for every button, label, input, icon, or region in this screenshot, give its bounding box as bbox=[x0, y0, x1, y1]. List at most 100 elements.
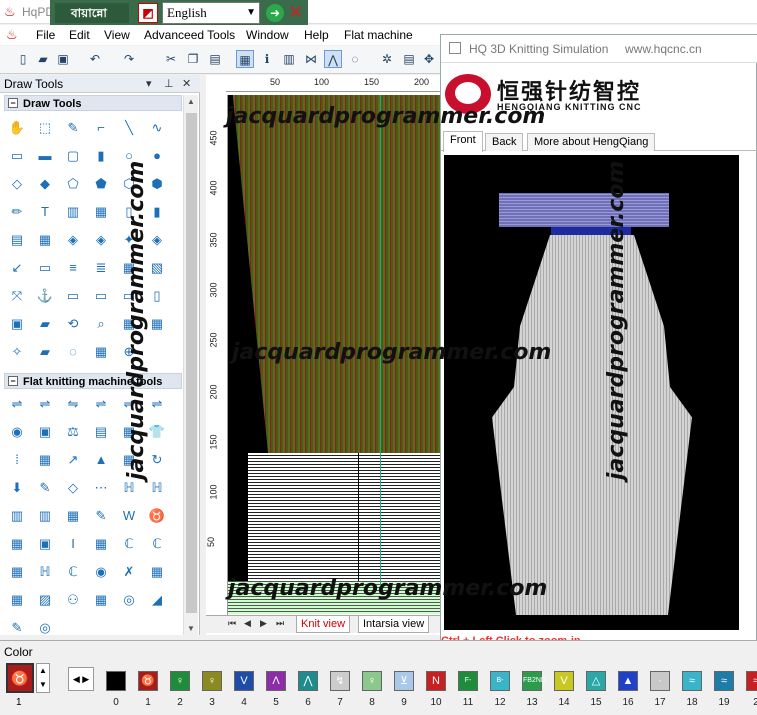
color-swatch[interactable]: △ bbox=[586, 671, 606, 691]
rotate-icon[interactable]: ⟲ bbox=[64, 315, 82, 333]
panel-icon[interactable]: ▯ bbox=[148, 287, 166, 305]
scroll-thumb[interactable] bbox=[186, 113, 197, 613]
copy-block-icon[interactable]: ▭ bbox=[36, 259, 54, 277]
color-swatch[interactable]: ♀ bbox=[202, 671, 222, 691]
arrow-icon[interactable]: ↗ bbox=[64, 451, 82, 469]
eraser-icon[interactable]: ▰ bbox=[36, 315, 54, 333]
pattern-dots-icon[interactable]: ⋯ bbox=[92, 479, 110, 497]
lasso-icon[interactable]: ◌ bbox=[64, 343, 82, 361]
color-swatch[interactable]: FB2ND bbox=[522, 671, 546, 691]
pencil-icon[interactable]: ✎ bbox=[64, 119, 82, 137]
tab-intarsia-view[interactable]: Intarsia view bbox=[358, 616, 430, 633]
tool-x-icon[interactable]: ✗ bbox=[120, 563, 138, 581]
menu-advanced-tools[interactable]: Advanceed Tools bbox=[144, 28, 235, 42]
color-swatch[interactable]: ≈ bbox=[682, 671, 702, 691]
go-icon[interactable]: ➜ bbox=[266, 4, 284, 22]
pin-icon[interactable]: ⊥ bbox=[164, 75, 174, 93]
paste-icon[interactable]: ▤ bbox=[206, 50, 224, 68]
menu-flat-machine[interactable]: Flat machine bbox=[344, 28, 413, 42]
color-swatch[interactable]: ♀ bbox=[170, 671, 190, 691]
globe-icon[interactable]: ◉ bbox=[8, 423, 26, 441]
close-icon[interactable]: ✕ bbox=[288, 2, 306, 22]
3d-simulation-view[interactable] bbox=[444, 155, 739, 630]
stack-icon[interactable]: ▣ bbox=[36, 423, 54, 441]
copy-icon[interactable]: ❐ bbox=[184, 50, 202, 68]
puzzle-icon[interactable]: ✥ bbox=[420, 50, 438, 68]
block-icon[interactable]: ▮ bbox=[148, 203, 166, 221]
board-icon[interactable]: ▦ bbox=[8, 591, 26, 609]
section-draw-tools[interactable]: − Draw Tools bbox=[4, 95, 182, 111]
circle-icon[interactable]: ◎ bbox=[120, 591, 138, 609]
color-swatch[interactable]: ♀ bbox=[362, 671, 382, 691]
hod-icon[interactable]: ℍ bbox=[120, 479, 138, 497]
balance-icon[interactable]: ⚖ bbox=[64, 423, 82, 441]
zoom-icon[interactable]: ⌕ bbox=[92, 315, 110, 333]
beam-icon[interactable]: I bbox=[64, 535, 82, 553]
filled-round-rect-icon[interactable]: ▮ bbox=[92, 147, 110, 165]
panel-scrollbar[interactable]: ▲ ▼ bbox=[183, 95, 198, 635]
fill-alt-icon[interactable]: ◈ bbox=[92, 231, 110, 249]
color-swatch[interactable]: N bbox=[426, 671, 446, 691]
fill-rows-icon[interactable]: ▤ bbox=[8, 231, 26, 249]
pink-box-icon[interactable]: ▣ bbox=[36, 535, 54, 553]
triangle-icon[interactable]: ▲ bbox=[92, 451, 110, 469]
frame-icon[interactable]: ▭ bbox=[64, 287, 82, 305]
move-icon[interactable]: ↙ bbox=[8, 259, 26, 277]
shift-icon[interactable]: ⇋ bbox=[64, 395, 82, 413]
grid-icon[interactable]: ▦ bbox=[236, 50, 254, 68]
view-mode-icon[interactable]: ▥ bbox=[280, 50, 298, 68]
wand-icon[interactable]: ✧ bbox=[8, 343, 26, 361]
color-swatch[interactable]: ⋀ bbox=[298, 671, 318, 691]
undo-icon[interactable]: ↶ bbox=[86, 50, 104, 68]
cross-icon[interactable]: ⇌ bbox=[92, 395, 110, 413]
swatch-icon[interactable]: ▦ bbox=[64, 507, 82, 525]
pdf-icon[interactable]: ◩ bbox=[138, 3, 158, 23]
shade-icon[interactable]: ▧ bbox=[148, 259, 166, 277]
open-folder-icon[interactable]: ▰ bbox=[34, 50, 52, 68]
hand-tool-icon[interactable]: ✋ bbox=[8, 119, 26, 137]
color-swatch[interactable]: · bbox=[650, 671, 670, 691]
redo-icon[interactable]: ↷ bbox=[120, 50, 138, 68]
distribute-icon[interactable]: ≣ bbox=[92, 259, 110, 277]
curve-icon[interactable]: ∿ bbox=[148, 119, 166, 137]
last-tab-icon[interactable]: ⏭ bbox=[276, 618, 284, 629]
world-icon[interactable]: ◉ bbox=[92, 563, 110, 581]
menu-file[interactable]: File bbox=[36, 28, 55, 42]
green-loop-icon[interactable]: ↻ bbox=[148, 451, 166, 469]
menu-window[interactable]: Window bbox=[246, 28, 289, 42]
prev-tab-icon[interactable]: ◀ bbox=[244, 618, 251, 629]
mirror-icon[interactable]: ⤧ bbox=[8, 287, 26, 305]
menu-view[interactable]: View bbox=[104, 28, 130, 42]
tab-more-about[interactable]: More about HengQiang bbox=[527, 133, 656, 151]
knot-icon[interactable]: ⚇ bbox=[64, 591, 82, 609]
color-bars-icon[interactable]: ▥ bbox=[36, 507, 54, 525]
tab-front[interactable]: Front bbox=[443, 131, 483, 152]
color-swatch[interactable]: ≈ bbox=[714, 671, 734, 691]
language-select[interactable]: English ▼ bbox=[162, 2, 260, 24]
save-icon[interactable]: ▣ bbox=[54, 50, 72, 68]
dots-icon[interactable]: ⁞ bbox=[8, 451, 26, 469]
color-swatch[interactable]: ↯ bbox=[330, 671, 350, 691]
align-icon[interactable]: ≡ bbox=[64, 259, 82, 277]
shirt-icon[interactable]: 👕 bbox=[148, 423, 166, 441]
line-icon[interactable]: ╲ bbox=[120, 119, 138, 137]
color-swatch[interactable]: ≈ bbox=[746, 671, 757, 691]
hod-alt-icon[interactable]: ℍ bbox=[148, 479, 166, 497]
wedge-icon[interactable]: ◢ bbox=[148, 591, 166, 609]
knit-pattern-rib[interactable] bbox=[228, 453, 440, 581]
pattern-icon[interactable]: ⋈ bbox=[302, 50, 320, 68]
hcd-icon[interactable]: ℍ bbox=[36, 563, 54, 581]
ic-icon[interactable]: ℂ bbox=[64, 563, 82, 581]
next-tab-icon[interactable]: ▶ bbox=[260, 618, 267, 629]
color-swatch[interactable] bbox=[106, 671, 126, 691]
close-icon[interactable]: ✕ bbox=[182, 75, 191, 93]
bars-icon[interactable]: ▥ bbox=[8, 507, 26, 525]
bucket-icon[interactable]: ◈ bbox=[148, 231, 166, 249]
grid-fill-icon[interactable]: ▦ bbox=[92, 203, 110, 221]
mesh-icon[interactable]: ▦ bbox=[92, 591, 110, 609]
color-swatch[interactable]: ⊻ bbox=[394, 671, 414, 691]
step-line-icon[interactable]: ⌐ bbox=[92, 119, 110, 137]
cut-icon[interactable]: ✂ bbox=[162, 50, 180, 68]
bangla-button[interactable]: বায়ান্নো bbox=[55, 3, 129, 23]
transfer-icon[interactable]: ⇌ bbox=[8, 395, 26, 413]
